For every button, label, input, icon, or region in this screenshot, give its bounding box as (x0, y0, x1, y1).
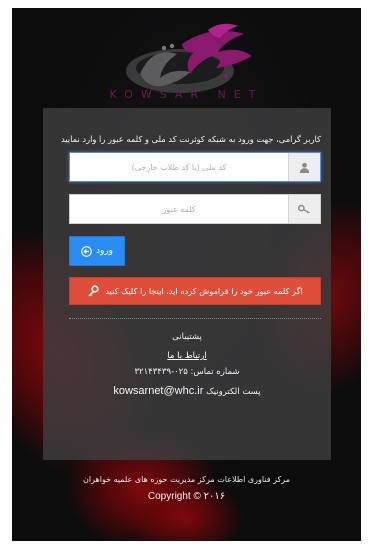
password-input[interactable] (70, 195, 288, 223)
username-field (69, 152, 321, 182)
username-addon (288, 153, 320, 181)
arrow-circle-left-icon (81, 245, 92, 257)
footer-copyright: Copyright © ۲۰۱۶ (147, 491, 226, 502)
login-instructions: کاربر گرامی، جهت ورود به شبکه کوثرنت کد … (60, 134, 321, 144)
forgot-password-label: اگر کلمه عبور خود را فراموش کرده اید، ای… (105, 286, 303, 296)
contact-us-link[interactable]: ارتباط با ما (167, 351, 206, 361)
page-background: KOWSAR NET کاربر گرامی، جهت ورود به شبکه… (12, 8, 361, 541)
support-phone: شماره تماس: ۰۲۵-۳۲۱۴۳۴۳۹ (134, 367, 240, 377)
username-input[interactable] (70, 153, 288, 181)
login-panel: کاربر گرامی، جهت ورود به شبکه کوثرنت کد … (43, 108, 331, 460)
password-field (69, 194, 321, 224)
contact-us-link-wrap: ارتباط با ما (43, 351, 331, 361)
user-icon (299, 162, 310, 173)
email-label: پست الکترونیک (206, 387, 261, 397)
key-icon (298, 204, 311, 214)
password-addon (288, 195, 320, 223)
login-button-label: ورود (95, 246, 114, 256)
forgot-password-button[interactable]: اگر کلمه عبور خود را فراموش کرده اید، ای… (69, 277, 321, 305)
support-email-row: پست الکترونیک kowsarnet@whc.ir (43, 385, 331, 397)
support-email[interactable]: kowsarnet@whc.ir (113, 385, 203, 397)
login-button[interactable]: ورود (69, 236, 125, 266)
key-icon (88, 285, 99, 297)
support-heading: پشتیبانی (172, 332, 202, 342)
divider (69, 318, 321, 319)
footer-organization: مرکز فناوری اطلاعات مرکز مدیریت حوزه های… (83, 475, 290, 484)
logo-subtitle: KOWSAR NET (109, 88, 264, 101)
